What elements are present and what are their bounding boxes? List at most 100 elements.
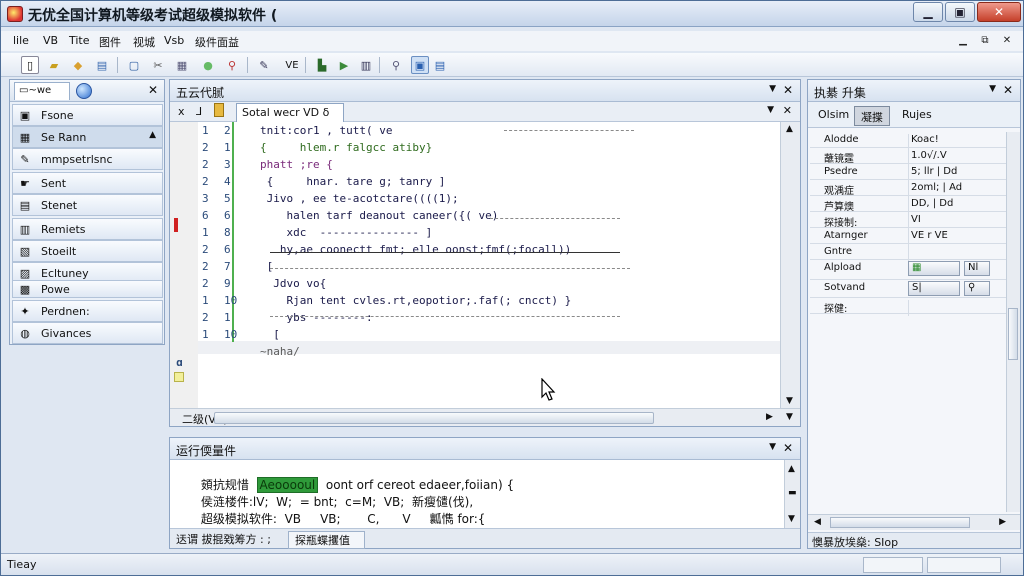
prop-row[interactable]: 蘸镜霆 1.0√/.V	[810, 148, 1018, 166]
nav-item-8[interactable]: ▩ Powe	[12, 280, 163, 298]
output-scroll-mid-icon[interactable]: ▬	[788, 488, 797, 498]
print-icon[interactable]: ▤	[93, 56, 111, 74]
output-close-icon[interactable]: ✕	[783, 441, 793, 455]
left-panel-close-icon[interactable]: ✕	[148, 83, 158, 97]
close-button[interactable]: ✕	[977, 2, 1021, 22]
code-line[interactable]: [	[260, 328, 280, 341]
editor-vertical-scrollbar[interactable]: ▲ ▼	[780, 122, 800, 408]
help-icon[interactable]: ▤	[431, 56, 449, 74]
code-line[interactable]: phatt ;re {	[260, 158, 333, 171]
horizontal-scroll-thumb[interactable]	[214, 412, 654, 424]
tab-props-2[interactable]: Rujes	[896, 106, 938, 126]
collapse-caret-icon[interactable]: ▲	[149, 130, 156, 140]
scroll-right-icon[interactable]: ▶	[766, 412, 773, 422]
code-line[interactable]: { hnar. tare g; tanry ]	[260, 175, 446, 188]
code-line[interactable]: ~naha/	[260, 345, 300, 358]
output-scrollbar[interactable]: ▲ ▬ ▼	[784, 460, 800, 528]
prop-row[interactable]: 探接制: VI	[810, 212, 1018, 230]
prop-search-icon[interactable]: ⚲	[964, 281, 990, 296]
mdi-restore-button[interactable]: ⧉	[977, 33, 993, 47]
prop-row[interactable]: 芦算燠 DD, | Dd	[810, 196, 1018, 214]
prop-option-button[interactable]: Nl	[964, 261, 990, 276]
menu-level[interactable]: 级件面益	[195, 34, 239, 50]
output-scroll-down-icon[interactable]: ▼	[788, 514, 795, 524]
save-icon[interactable]: ◆	[69, 56, 87, 74]
prop-row[interactable]: 观渪症 2oml; | Ad	[810, 180, 1018, 198]
globe-tab-icon[interactable]	[76, 83, 92, 99]
prop-row[interactable]: 探健:	[810, 298, 1018, 316]
code-line[interactable]: Jivo , ee te-acotctare((((1);	[260, 192, 459, 205]
editor-horizontal-scrollbar[interactable]: 二级(VB) ▶ ▼	[170, 408, 800, 426]
nav-item-6[interactable]: ▧ Stoeilt	[12, 240, 163, 262]
code-line[interactable]: xdc --------------- ]	[260, 226, 432, 239]
scroll-end-icon[interactable]: ▼	[786, 412, 793, 422]
tab-output-1[interactable]: 探瓶蝶攫值	[288, 531, 365, 549]
code-line[interactable]: tnit:cor1 , tutt( ve	[260, 124, 392, 137]
props-vertical-scrollbar[interactable]	[1006, 132, 1020, 512]
run-icon[interactable]: ▶	[335, 56, 353, 74]
mdi-close-button[interactable]: ✕	[999, 33, 1015, 47]
props-hscroll-thumb[interactable]	[830, 517, 970, 528]
copy-icon[interactable]: ▢	[125, 56, 143, 74]
nav-item-1[interactable]: ▦ Se Rann ▲	[12, 126, 163, 148]
nav-item-10[interactable]: ◍ Givances	[12, 322, 163, 344]
window-icon[interactable]: ▣	[411, 56, 429, 74]
prop-color-button[interactable]: ▦	[908, 261, 960, 276]
prop-select-button[interactable]: S|	[908, 281, 960, 296]
doc-close-icon[interactable]: ✕	[783, 104, 792, 117]
vb-icon[interactable]: VE	[281, 56, 303, 74]
nav-item-2[interactable]: ✎ mmpsetrlsnc	[12, 148, 163, 170]
tools-icon[interactable]: ✎	[255, 56, 273, 74]
scroll-down-icon[interactable]: ▼	[786, 396, 793, 406]
output-pin-icon[interactable]: ▼	[769, 442, 776, 452]
mdi-minimize-button[interactable]: ▁	[955, 33, 971, 47]
nav-item-3[interactable]: ☛ Sent	[12, 172, 163, 194]
paste-icon[interactable]: ▦	[173, 56, 191, 74]
left-tab-main[interactable]: ▭~we	[14, 82, 70, 100]
code-line[interactable]: Rjan tent cvles.rt,eopotior;.faf(; cncct…	[260, 294, 571, 307]
cut-icon[interactable]: ✂	[149, 56, 167, 74]
tab-close-icon[interactable]: x	[178, 105, 185, 118]
tab-props-0[interactable]: Olsim	[812, 106, 855, 126]
build-icon[interactable]: ▙	[313, 56, 331, 74]
tab-split-icon[interactable]: ⅃	[196, 105, 202, 118]
props-scroll-right-icon[interactable]: ▶	[999, 517, 1006, 527]
menu-title[interactable]: Tite	[69, 34, 90, 47]
pin-icon[interactable]: ▼	[769, 84, 776, 94]
nav-item-0[interactable]: ▣ Fsone	[12, 104, 163, 126]
code-area[interactable]: ɑ 1 2 tnit:cor1 , tutt( ve 2 1 { hlem.r falgc…	[170, 122, 780, 408]
tab-list-icon[interactable]: ▼	[767, 105, 774, 115]
zoom-icon[interactable]: ⚲	[387, 56, 405, 74]
code-line[interactable]: { hlem.r falgcc atiby}	[260, 141, 432, 154]
nav-item-5[interactable]: ▥ Remiets	[12, 218, 163, 240]
new-file-icon[interactable]: ▯	[21, 56, 39, 74]
prop-row[interactable]: Gntre	[810, 244, 1018, 262]
editor-close-icon[interactable]: ✕	[783, 83, 793, 97]
props-scroll-thumb[interactable]	[1008, 308, 1018, 360]
scroll-up-icon[interactable]: ▲	[786, 124, 793, 134]
props-horizontal-scrollbar[interactable]: ◀ ▶	[808, 514, 1020, 530]
undo-icon[interactable]: ●	[199, 56, 217, 74]
code-line[interactable]: ybs --------:	[260, 311, 372, 324]
prop-row[interactable]: Alpload ▦ Nl	[810, 260, 1018, 280]
prop-row[interactable]: Alodde Koac!	[810, 132, 1018, 150]
code-line[interactable]: hy,ae coonectt fmt; elle oonst;fmf(;foca…	[260, 243, 571, 256]
code-line[interactable]: halen tarf deanout caneer({( ve)	[260, 209, 498, 222]
minimize-button[interactable]: ▁	[913, 2, 943, 22]
props-close-icon[interactable]: ✕	[1003, 83, 1013, 97]
debug-icon[interactable]: ▥	[357, 56, 375, 74]
maximize-button[interactable]: ▣	[945, 2, 975, 22]
output-scroll-up-icon[interactable]: ▲	[788, 464, 795, 474]
tab-output-0[interactable]: 迗谓 拔掍戣筹方 : ;	[176, 531, 271, 547]
prop-row[interactable]: Sotvand S| ⚲	[810, 280, 1018, 298]
nav-item-4[interactable]: ▤ Stenet	[12, 194, 163, 216]
find-icon[interactable]: ⚲	[223, 56, 241, 74]
open-folder-icon[interactable]: ▰	[45, 56, 63, 74]
props-scroll-left-icon[interactable]: ◀	[814, 517, 821, 527]
menu-vsb[interactable]: Vsb	[164, 34, 184, 47]
code-line[interactable]: [	[260, 260, 274, 273]
menu-file[interactable]: lile	[13, 34, 29, 47]
prop-row[interactable]: Atarnger VE r VE	[810, 228, 1018, 246]
menu-image[interactable]: 图件	[99, 34, 121, 50]
menu-view[interactable]: 视城	[133, 34, 155, 50]
